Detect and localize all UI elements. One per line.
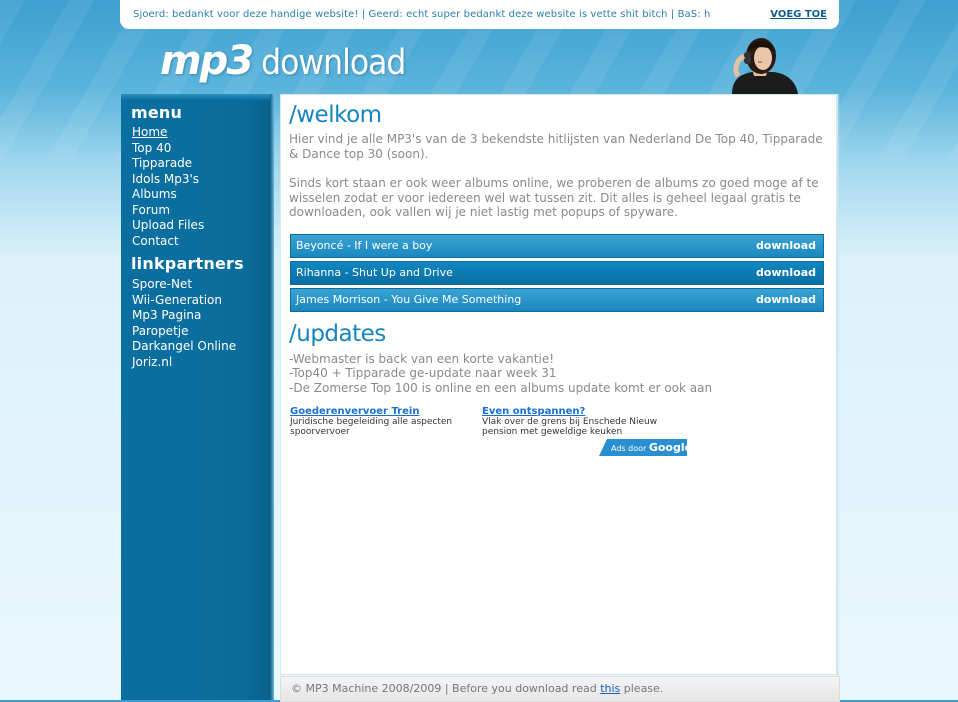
download-button[interactable]: download xyxy=(756,239,816,252)
footer-prefix: © MP3 Machine 2008/2009 | Before you dow… xyxy=(291,682,601,695)
ad-description: Vlak over de grens bij Enschede Nieuw pe… xyxy=(482,417,658,437)
footer-this-link[interactable]: this xyxy=(600,682,620,695)
welcome-body: Sinds kort staan er ook weer albums onli… xyxy=(289,176,819,219)
sidebar-edge xyxy=(270,94,274,700)
shoutbox-ticker: Sjoerd: bedankt voor deze handige websit… xyxy=(133,9,711,20)
shoutbox-bar: Sjoerd: bedankt voor deze handige websit… xyxy=(120,0,839,29)
ad-description: Juridische begeleiding alle aspecten spo… xyxy=(290,417,453,437)
download-button[interactable]: download xyxy=(756,293,816,306)
sidebar-item-top40[interactable]: Top 40 xyxy=(132,141,204,157)
sidebar-top-cap xyxy=(121,94,274,100)
footer: © MP3 Machine 2008/2009 | Before you dow… xyxy=(280,676,840,702)
footer-suffix: please. xyxy=(620,682,664,695)
logo-mp3: mp3 xyxy=(160,38,254,84)
partner-link-mp3-pagina[interactable]: Mp3 Pagina xyxy=(132,308,236,324)
update-item: -De Zomerse Top 100 is online en een alb… xyxy=(289,381,713,395)
ads-by-google-badge[interactable]: Ads door Google xyxy=(599,439,687,456)
sidebar-partners-list: Spore-Net Wii-Generation Mp3 Pagina Paro… xyxy=(132,277,236,370)
welcome-heading: /welkom xyxy=(289,102,382,128)
sidebar-menu-list: Home Top 40 Tipparade Idols Mp3's Albums… xyxy=(132,125,204,249)
sidebar-item-albums[interactable]: Albums xyxy=(132,187,204,203)
partner-link-paropetje[interactable]: Paropetje xyxy=(132,324,236,340)
welcome-intro: Hier vind je alle MP3's van de 3 bekends… xyxy=(289,132,823,161)
updates-heading: /updates xyxy=(289,321,386,347)
sidebar: menu Home Top 40 Tipparade Idols Mp3's A… xyxy=(121,94,274,700)
download-row: James Morrison - You Give Me Something d… xyxy=(290,288,824,312)
sidebar-item-tipparade[interactable]: Tipparade xyxy=(132,156,204,172)
content-shadow xyxy=(836,94,840,700)
sidebar-partners-heading: linkpartners xyxy=(131,254,244,273)
song-title: Rihanna - Shut Up and Drive xyxy=(296,266,453,279)
google-wordmark: Google xyxy=(648,441,693,454)
sidebar-item-home[interactable]: Home xyxy=(132,125,204,141)
footer-text: © MP3 Machine 2008/2009 | Before you dow… xyxy=(291,677,663,701)
sidebar-menu-heading: menu xyxy=(131,103,183,122)
song-title: Beyoncé - If I were a boy xyxy=(296,239,433,252)
sidebar-item-upload-files[interactable]: Upload Files xyxy=(132,218,204,234)
ad-title-link[interactable]: Goederenvervoer Trein xyxy=(290,406,470,417)
ad-title-link[interactable]: Even ontspannen? xyxy=(482,406,662,417)
ad-unit: Goederenvervoer Trein Juridische begelei… xyxy=(290,406,470,437)
headphones-girl-image xyxy=(732,38,798,94)
partner-link-darkangel-online[interactable]: Darkangel Online xyxy=(132,339,236,355)
partner-link-wii-generation[interactable]: Wii-Generation xyxy=(132,293,236,309)
partner-link-spore-net[interactable]: Spore-Net xyxy=(132,277,236,293)
download-row: Rihanna - Shut Up and Drive download xyxy=(290,261,824,285)
sidebar-item-contact[interactable]: Contact xyxy=(132,234,204,250)
ad-unit: Even ontspannen? Vlak over de grens bij … xyxy=(482,406,662,437)
download-row: Beyoncé - If I were a boy download xyxy=(290,234,824,258)
main-content: /welkom Hier vind je alle MP3's van de 3… xyxy=(280,94,838,675)
logo-download: download xyxy=(252,43,406,83)
site-logo[interactable]: mp3 download xyxy=(160,38,406,84)
shoutbox-add-link[interactable]: VOEG TOE xyxy=(764,0,827,29)
song-title: James Morrison - You Give Me Something xyxy=(296,293,522,306)
sidebar-item-forum[interactable]: Forum xyxy=(132,203,204,219)
update-item: -Top40 + Tipparade ge-update naar week 3… xyxy=(289,366,557,380)
partner-link-joriz[interactable]: Joriz.nl xyxy=(132,355,236,371)
download-button[interactable]: download xyxy=(756,266,816,279)
update-item: -Webmaster is back van een korte vakanti… xyxy=(289,352,555,366)
ads-by-prefix: Ads door xyxy=(611,444,649,453)
sidebar-item-idols[interactable]: Idols Mp3's xyxy=(132,172,204,188)
